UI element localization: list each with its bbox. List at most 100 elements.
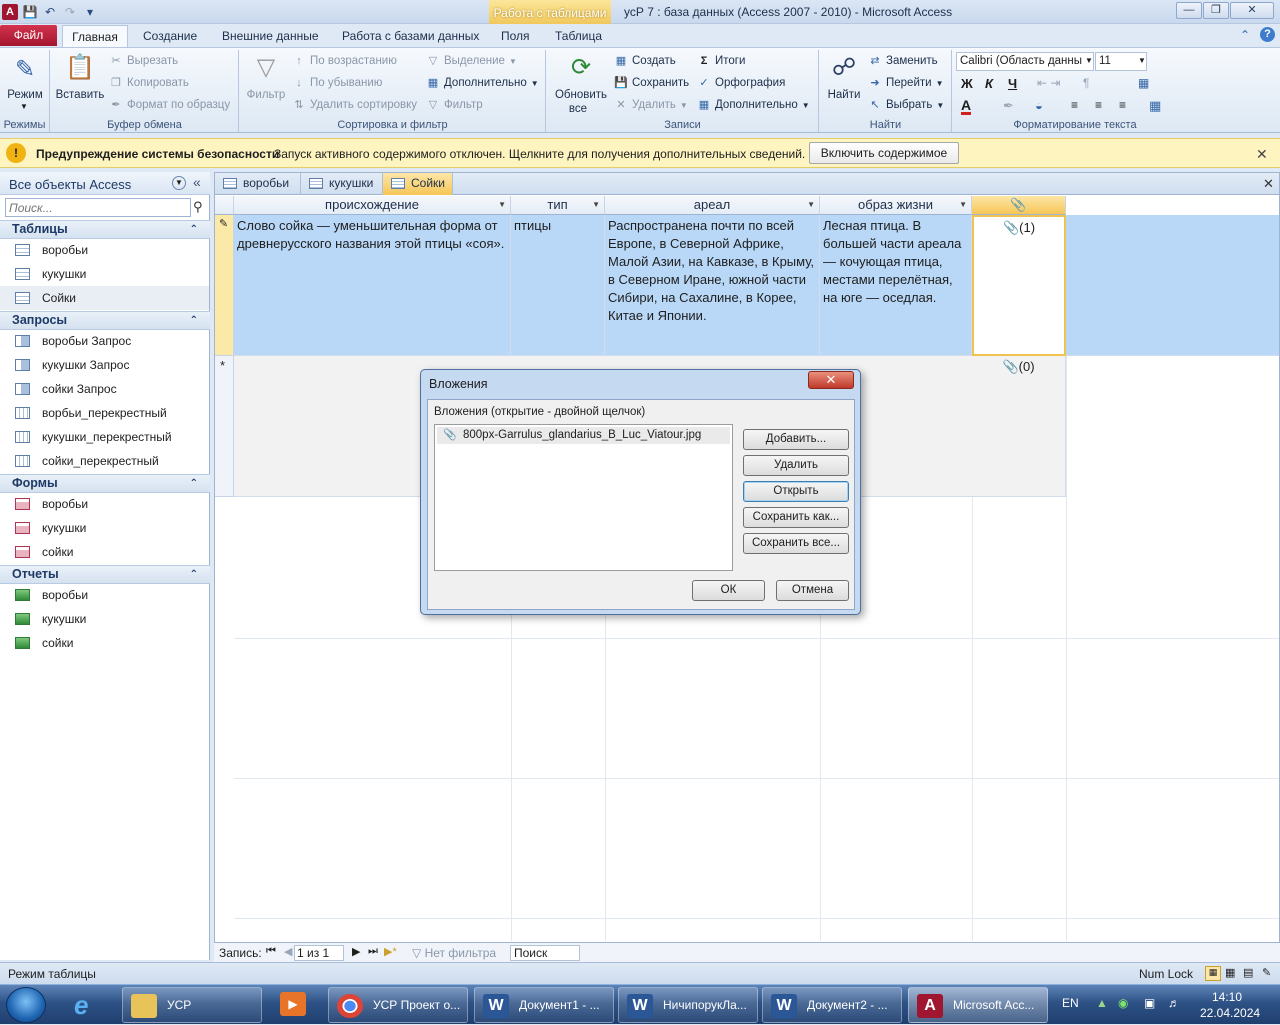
- nav-pane-header[interactable]: Все объекты Access ▼ «: [0, 172, 210, 195]
- media-player-icon[interactable]: ▶: [266, 988, 320, 1022]
- redo-icon[interactable]: ↷: [62, 4, 78, 20]
- selection-button[interactable]: ▽ Выделение ▼: [426, 54, 517, 68]
- nav-item-query[interactable]: сойки Запрос: [0, 377, 209, 401]
- status-circle-icon[interactable]: ◉: [1118, 996, 1128, 1010]
- network-icon[interactable]: ▲: [1096, 996, 1108, 1010]
- column-header-attachments[interactable]: 📎: [972, 196, 1066, 215]
- find-button[interactable]: Найти: [820, 89, 868, 101]
- nav-search-input[interactable]: [5, 198, 191, 217]
- dialog-close-button[interactable]: ✕: [808, 371, 854, 389]
- attachments-list[interactable]: 📎 800px-Garrulus_glandarius_B_Luc_Viatour…: [434, 424, 733, 571]
- nav-section-reports[interactable]: Отчеты ⌃: [0, 565, 210, 584]
- nav-item-query[interactable]: воробьи Запрос: [0, 329, 209, 353]
- row-selector[interactable]: ✎: [215, 215, 234, 356]
- datasheet-view-icon[interactable]: ▦: [1205, 966, 1221, 981]
- cell-origin[interactable]: Слово сойка — уменьшительная форма от др…: [234, 215, 511, 356]
- collapse-section-icon[interactable]: ⌃: [190, 475, 198, 492]
- cell-attachments[interactable]: 📎(1): [972, 215, 1066, 356]
- tab-table[interactable]: Таблица: [545, 25, 612, 47]
- taskbar-item-word-nichiporuk[interactable]: W НичипорукЛа...: [618, 987, 758, 1023]
- nav-section-queries[interactable]: Запросы ⌃: [0, 311, 210, 330]
- pivot-table-icon[interactable]: ▦: [1225, 966, 1235, 979]
- new-row-attachments[interactable]: 📎(0): [972, 356, 1066, 497]
- nav-item-query[interactable]: сойки_перекрестный: [0, 449, 209, 473]
- ok-button[interactable]: ОК: [692, 580, 765, 601]
- column-dropdown-icon[interactable]: ▼: [807, 196, 815, 214]
- goto-button[interactable]: ➜ Перейти ▼: [868, 76, 943, 90]
- font-name-dropdown-icon[interactable]: ▼: [1085, 56, 1093, 65]
- format-painter-button[interactable]: ✒ Формат по образцу: [109, 98, 230, 112]
- enable-content-button[interactable]: Включить содержимое: [809, 142, 959, 164]
- tab-file[interactable]: Файл: [0, 25, 57, 46]
- new-row-selector[interactable]: *: [215, 356, 234, 497]
- last-record-icon[interactable]: ⏭: [368, 945, 378, 958]
- nav-item-form[interactable]: сойки: [0, 540, 209, 564]
- replace-button[interactable]: ⇄ Заменить: [868, 54, 937, 68]
- volume-icon[interactable]: ♬: [1168, 996, 1180, 1010]
- doc-tab-vorobyi[interactable]: воробьи: [215, 173, 301, 195]
- nav-item-table[interactable]: Сойки: [0, 286, 209, 310]
- close-security-bar-icon[interactable]: ✕: [1256, 146, 1268, 163]
- add-attachment-button[interactable]: Добавить...: [743, 429, 849, 450]
- nav-section-tables[interactable]: Таблицы ⌃: [0, 220, 210, 239]
- access-logo-icon[interactable]: A: [2, 4, 18, 20]
- underline-icon[interactable]: Ч: [1008, 76, 1017, 91]
- cell-lifestyle[interactable]: Лесная птица. В большей части ареала — к…: [820, 215, 972, 356]
- collapse-section-icon[interactable]: ⌃: [190, 221, 198, 238]
- nav-item-form[interactable]: воробьи: [0, 492, 209, 516]
- save-as-button[interactable]: Сохранить как...: [743, 507, 849, 528]
- delete-record-button[interactable]: ✕ Удалить ▼: [614, 98, 687, 112]
- nav-item-table[interactable]: кукушки: [0, 262, 209, 286]
- italic-icon[interactable]: К: [985, 76, 993, 91]
- clock-date[interactable]: 22.04.2024: [1200, 1006, 1260, 1020]
- design-view-icon[interactable]: ✎: [1262, 966, 1271, 979]
- view-dropdown-icon[interactable]: ▼: [20, 102, 28, 111]
- fill-color-icon[interactable]: ◒: [1035, 98, 1043, 113]
- doc-tab-kukushki[interactable]: кукушки: [301, 173, 383, 195]
- next-record-icon[interactable]: ▶: [352, 945, 360, 958]
- paragraph-icon[interactable]: ¶: [1083, 76, 1089, 90]
- gridlines-icon[interactable]: ▦: [1138, 76, 1149, 90]
- search-icon[interactable]: ⚲: [193, 199, 203, 215]
- no-filter-button[interactable]: ▽ Нет фильтра: [412, 946, 496, 960]
- nav-item-query[interactable]: кукушки_перекрестный: [0, 425, 209, 449]
- refresh-all-button[interactable]: Обновить: [547, 89, 615, 101]
- nav-item-report[interactable]: сойки: [0, 631, 209, 655]
- sort-ascending-button[interactable]: ↑ По возрастанию: [292, 54, 397, 68]
- nav-item-table[interactable]: воробьи: [0, 238, 209, 262]
- column-dropdown-icon[interactable]: ▼: [959, 196, 967, 214]
- remove-attachment-button[interactable]: Удалить: [743, 455, 849, 476]
- nav-menu-dropdown-icon[interactable]: ▼: [172, 176, 186, 190]
- more-records-button[interactable]: ▦ Дополнительно ▼: [697, 98, 810, 112]
- nav-item-query[interactable]: кукушки Запрос: [0, 353, 209, 377]
- help-chevron-icon[interactable]: ⌃: [1240, 28, 1250, 42]
- collapse-pane-icon[interactable]: «: [193, 174, 201, 190]
- security-warning-message[interactable]: Запуск активного содержимого отключен. Щ…: [274, 147, 805, 161]
- align-center-icon[interactable]: ≡: [1095, 98, 1102, 112]
- undo-icon[interactable]: ↶: [42, 4, 58, 20]
- tab-create[interactable]: Создание: [133, 25, 207, 47]
- advanced-filter-button[interactable]: ▦ Дополнительно ▼: [426, 76, 539, 90]
- clock-time[interactable]: 14:10: [1212, 990, 1242, 1004]
- help-icon[interactable]: ?: [1260, 27, 1275, 42]
- toggle-filter-button[interactable]: ▽ Фильтр: [426, 98, 483, 112]
- binoculars-icon[interactable]: ☍: [828, 52, 860, 84]
- pivot-chart-icon[interactable]: ▤: [1243, 966, 1253, 979]
- collapse-section-icon[interactable]: ⌃: [190, 312, 198, 329]
- tab-database-tools[interactable]: Работа с базами данных: [332, 25, 489, 47]
- cell-type[interactable]: птицы: [511, 215, 605, 356]
- nav-item-form[interactable]: кукушки: [0, 516, 209, 540]
- totals-button[interactable]: Σ Итоги: [697, 54, 746, 68]
- cancel-button[interactable]: Отмена: [776, 580, 849, 601]
- sort-descending-button[interactable]: ↓ По убыванию: [292, 76, 382, 90]
- align-right-icon[interactable]: ≡: [1119, 98, 1126, 112]
- taskbar-item-word-doc2[interactable]: W Документ2 - ...: [762, 987, 902, 1023]
- tab-home[interactable]: Главная: [62, 25, 128, 48]
- tab-external-data[interactable]: Внешние данные: [212, 25, 329, 47]
- record-position-input[interactable]: 1 из 1: [294, 945, 344, 961]
- new-record-button[interactable]: ▦ Создать: [614, 54, 676, 68]
- font-name-select[interactable]: Calibri (Область данны: [956, 52, 1094, 71]
- column-header-range[interactable]: ареал ▼: [605, 196, 820, 215]
- restore-button[interactable]: ❐: [1203, 2, 1229, 19]
- save-record-button[interactable]: 💾 Сохранить: [614, 76, 689, 90]
